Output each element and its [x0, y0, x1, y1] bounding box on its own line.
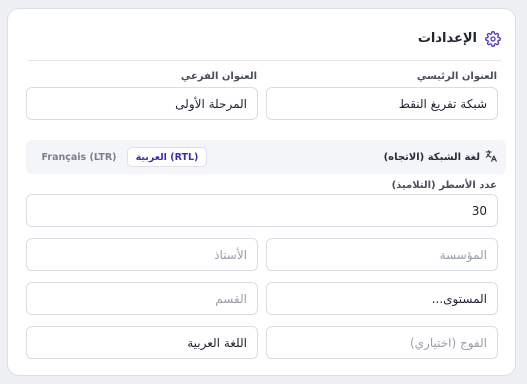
rows-field[interactable]: 30 [26, 194, 498, 227]
teacher-field[interactable]: الأستاذ [26, 238, 258, 271]
main-title-value: شبكة تفريغ النقط [398, 96, 487, 111]
grid-language-label-wrap: لغة الشبكة (الاتجاه) [384, 140, 498, 174]
grid-language-label: لغة الشبكة (الاتجاه) [383, 151, 480, 163]
institution-field[interactable]: المؤسسة [266, 238, 498, 271]
subject-value: اللغة العربية [187, 335, 247, 350]
gear-icon [485, 30, 501, 47]
subtitle-value: المرحلة الأولى [175, 96, 247, 111]
lang-french-button[interactable]: Français (LTR) [42, 147, 117, 167]
department-placeholder: القسم [215, 291, 247, 306]
subtitle-label: العنوان الفرعي [180, 71, 257, 82]
grid-language-row: لغة الشبكة (الاتجاه) العربية (RTL) Franç… [26, 140, 506, 174]
main-title-field[interactable]: شبكة تفريغ النقط [266, 87, 498, 120]
teacher-placeholder: الأستاذ [214, 247, 247, 262]
subtitle-field[interactable]: المرحلة الأولى [26, 87, 258, 120]
group-placeholder: الفوج (اختياري) [409, 335, 487, 350]
subject-field[interactable]: اللغة العربية [26, 326, 258, 359]
rows-label: عدد الأسطر (التلاميذ) [391, 180, 497, 191]
level-value: المستوى... [431, 291, 487, 306]
settings-card: الإعدادات العنوان الرئيسي العنوان الفرعي… [7, 8, 516, 376]
settings-header: الإعدادات [28, 25, 501, 61]
settings-title: الإعدادات [417, 31, 477, 46]
institution-placeholder: المؤسسة [439, 247, 487, 262]
lang-arabic-button[interactable]: العربية (RTL) [127, 147, 207, 167]
main-title-label: العنوان الرئيسي [416, 71, 497, 82]
department-field[interactable]: القسم [26, 282, 258, 315]
group-field[interactable]: الفوج (اختياري) [266, 326, 498, 359]
translate-icon [484, 149, 498, 166]
level-select[interactable]: المستوى... [266, 282, 498, 315]
rows-value: 30 [471, 203, 487, 218]
